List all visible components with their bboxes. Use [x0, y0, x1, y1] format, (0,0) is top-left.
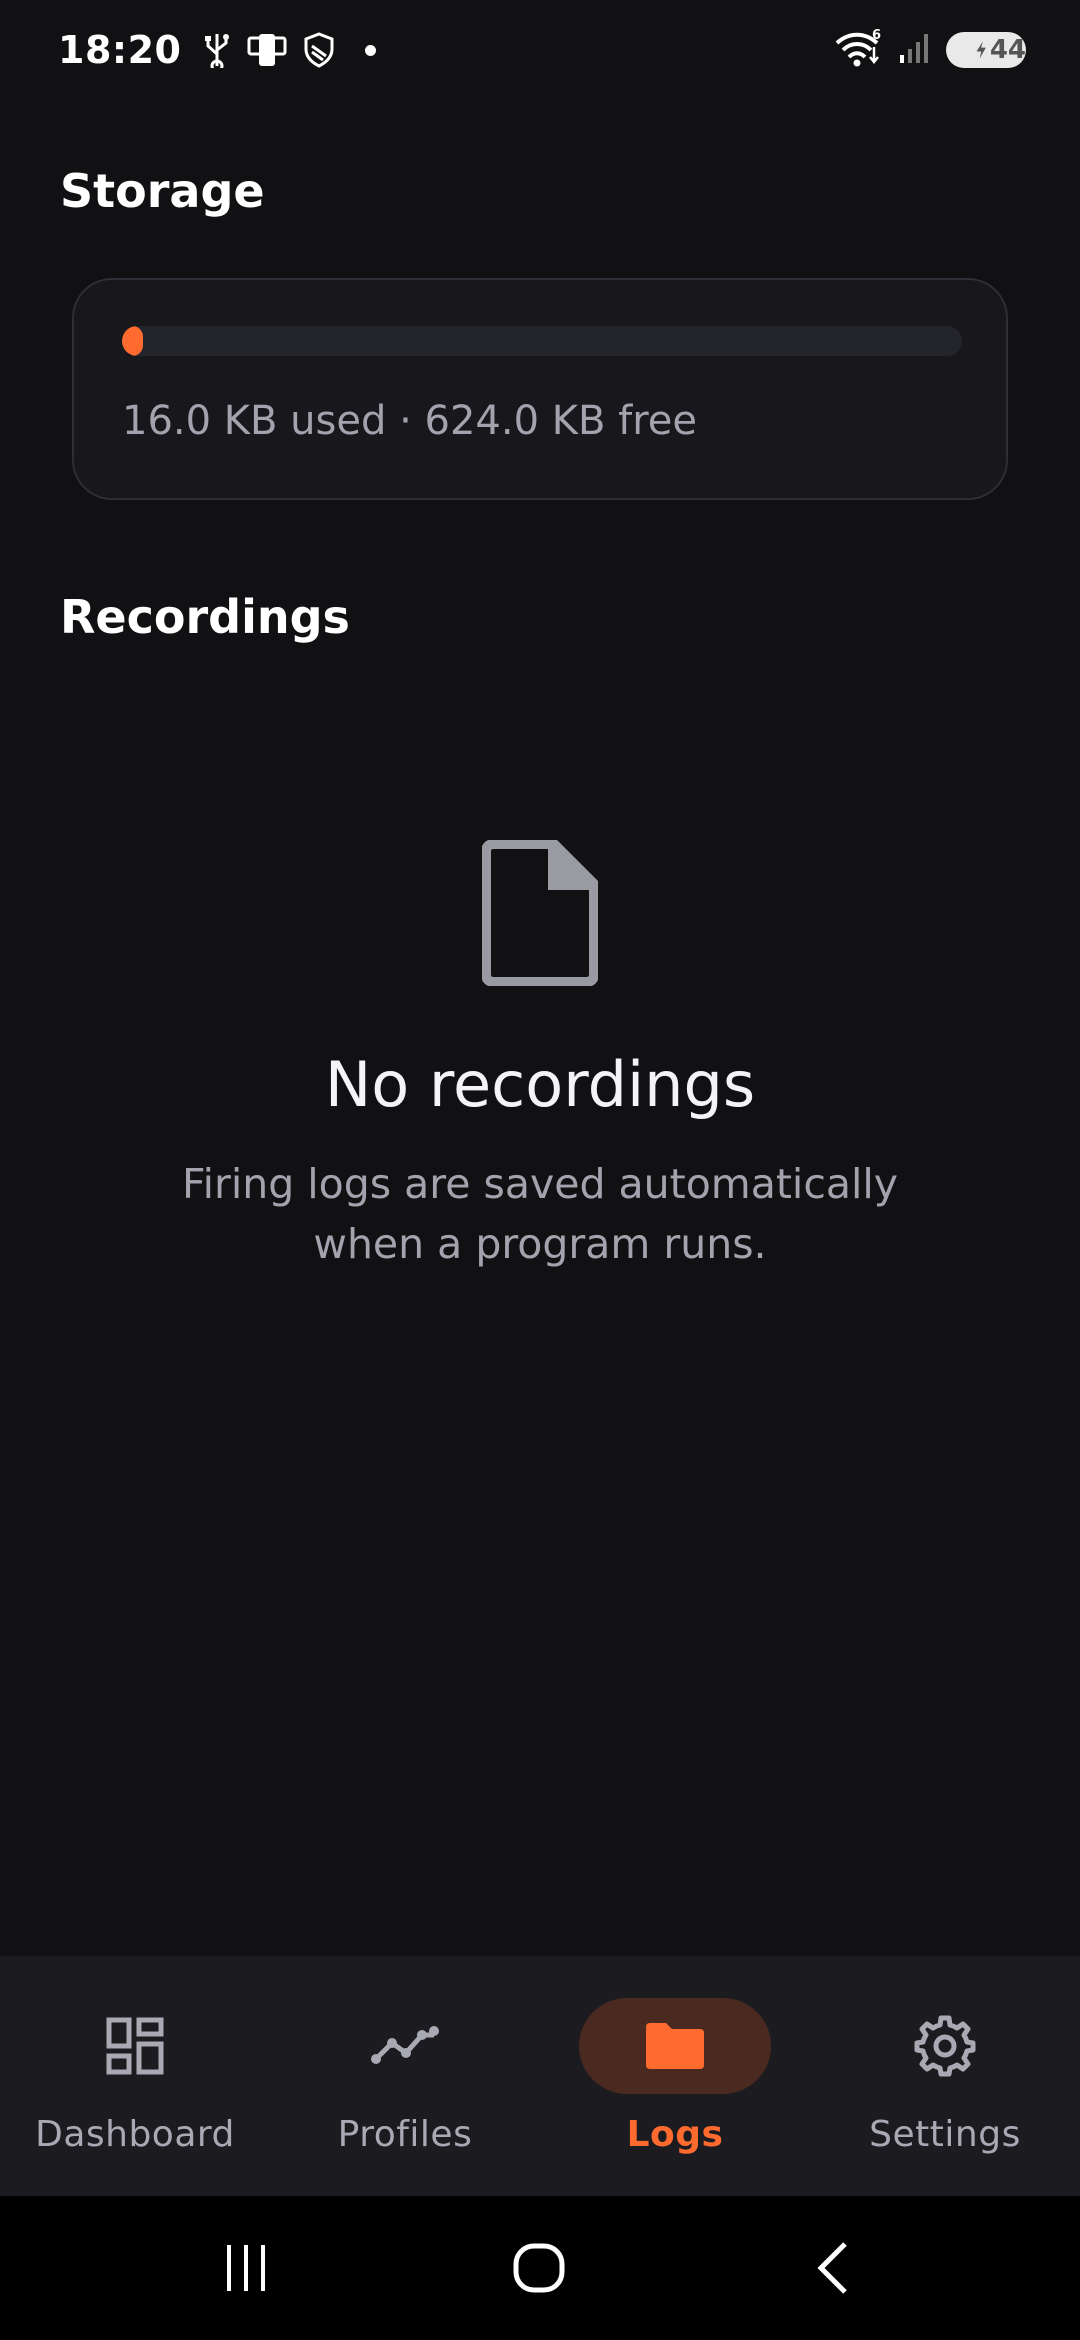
nav-label-dashboard: Dashboard — [35, 2114, 235, 2155]
home-icon — [513, 2243, 565, 2293]
nav-label-profiles: Profiles — [337, 2114, 473, 2155]
storage-progress-fill — [122, 326, 143, 356]
notification-dot — [365, 44, 377, 56]
status-bar: 18:20 6 44 — [0, 0, 1080, 100]
dashboard-icon — [106, 2017, 164, 2075]
nav-item-settings[interactable]: Settings — [810, 1956, 1080, 2196]
home-button[interactable] — [480, 2218, 600, 2318]
recents-icon — [226, 2245, 265, 2291]
nav-item-profiles[interactable]: Profiles — [270, 1956, 540, 2196]
file-icon — [481, 839, 599, 987]
nav-item-logs[interactable]: Logs — [540, 1956, 810, 2196]
battery-level: 44 — [989, 35, 1026, 65]
recents-button[interactable] — [187, 2218, 307, 2318]
signal-icon — [898, 31, 932, 69]
folder-icon — [646, 2023, 704, 2069]
phone-link-icon — [247, 32, 287, 68]
system-nav-bar — [0, 2196, 1080, 2340]
wifi-icon: 6 — [834, 28, 884, 71]
shield-icon — [303, 32, 335, 68]
bottom-nav: Dashboard Profiles Logs Settings — [0, 1956, 1080, 2196]
status-left-icons — [203, 32, 377, 68]
storage-summary: 16.0 KB used · 624.0 KB free — [122, 398, 697, 444]
status-time: 18:20 — [58, 28, 182, 72]
svg-text:6: 6 — [872, 29, 881, 43]
nav-item-dashboard[interactable]: Dashboard — [0, 1956, 270, 2196]
gear-icon — [914, 2015, 976, 2077]
status-right: 6 44 — [834, 28, 1026, 71]
storage-progress-bar — [122, 326, 962, 356]
screen: 18:20 6 44 Storage 16.0 KB used · 624.0 … — [0, 0, 1080, 2340]
usb-icon — [203, 32, 231, 68]
storage-card: 16.0 KB used · 624.0 KB free — [72, 278, 1008, 500]
nav-label-logs: Logs — [626, 2114, 724, 2155]
battery-charging-icon: 44 — [946, 32, 1026, 68]
back-icon — [817, 2242, 848, 2294]
nav-label-settings: Settings — [869, 2114, 1021, 2155]
charging-bolt-icon — [976, 41, 987, 59]
recordings-title: Recordings — [60, 590, 350, 644]
empty-state-title: No recordings — [324, 1048, 756, 1121]
empty-state-description: Firing logs are saved automatically when… — [181, 1160, 899, 1268]
profiles-chart-icon — [371, 2026, 439, 2064]
storage-title: Storage — [60, 164, 265, 218]
back-button[interactable] — [773, 2218, 893, 2318]
